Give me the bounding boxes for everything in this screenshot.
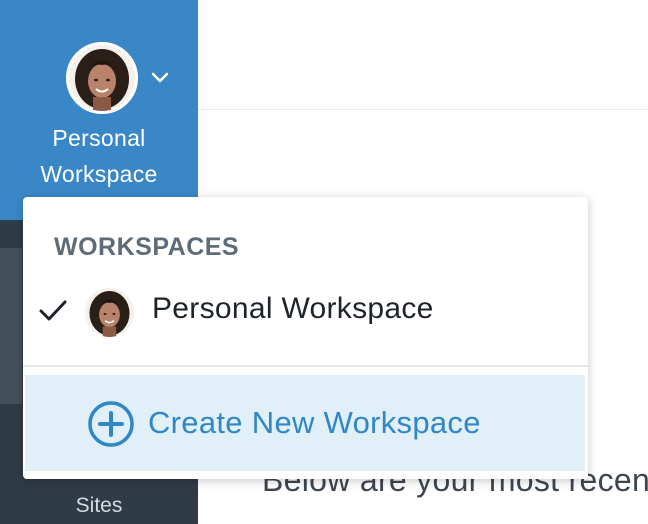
workspace-dropdown: WORKSPACES Personal Workspace Create New	[23, 197, 588, 479]
workspace-name[interactable]: Personal Workspace	[0, 120, 198, 192]
workspace-option[interactable]: Personal Workspace	[23, 281, 588, 337]
chevron-down-icon[interactable]	[150, 68, 170, 88]
user-avatar-icon	[85, 288, 134, 337]
header-divider	[198, 109, 648, 110]
user-avatar-icon[interactable]	[66, 42, 138, 114]
workspace-switcher[interactable]: Personal Workspace	[0, 0, 198, 220]
check-icon	[39, 300, 67, 321]
plus-circle-icon	[88, 401, 134, 447]
sidebar-item-sites[interactable]: Sites	[0, 494, 198, 518]
dropdown-divider	[23, 365, 588, 367]
workspace-option-label: Personal Workspace	[152, 292, 434, 325]
sidebar-section	[0, 248, 22, 404]
create-workspace-label: Create New Workspace	[148, 405, 481, 440]
create-workspace-button[interactable]: Create New Workspace	[25, 375, 585, 471]
dropdown-heading: WORKSPACES	[54, 233, 240, 261]
